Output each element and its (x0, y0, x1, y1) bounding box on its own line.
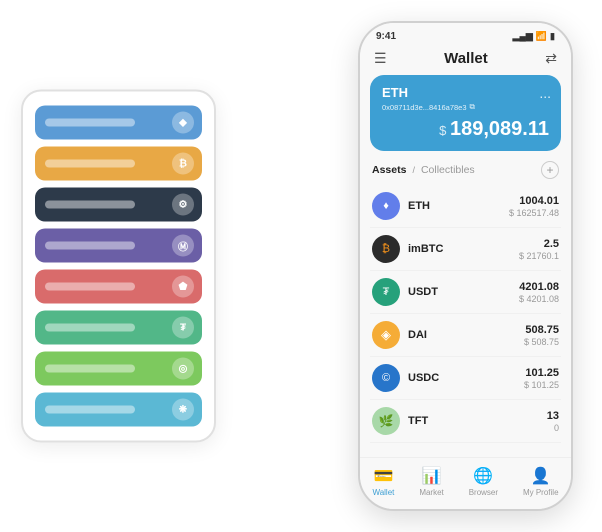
nav-market-label: Market (419, 488, 443, 497)
asset-amount: 2.5 (519, 238, 559, 250)
list-item[interactable]: ₮ (35, 311, 202, 345)
list-item[interactable]: ₿ (35, 147, 202, 181)
list-item[interactable]: Ⓜ (35, 229, 202, 263)
asset-amount: 13 (547, 410, 559, 422)
asset-symbol: DAI (408, 329, 524, 341)
card-label (45, 283, 135, 291)
wifi-icon: 📶 (536, 31, 547, 42)
card-icon: Ⓜ (172, 235, 194, 257)
usdc-icon: © (372, 364, 400, 392)
status-icons: ▂▄▆ 📶 ▮ (513, 31, 555, 42)
asset-usd: $ 101.25 (524, 380, 559, 390)
asset-symbol: TFT (408, 415, 547, 427)
eth-address: 0x08711d3e...8416a78e3 ⧉ (382, 102, 549, 112)
list-item[interactable]: ◎ (35, 352, 202, 386)
copy-icon[interactable]: ⧉ (470, 102, 475, 112)
asset-amounts: 508.75 $ 508.75 (524, 324, 559, 347)
card-stack: ◆ ₿ ⚙ Ⓜ ⬟ ₮ ◎ ❋ (21, 90, 216, 443)
asset-usd: 0 (547, 423, 559, 433)
card-icon: ₿ (172, 153, 194, 175)
card-icon: ⚙ (172, 194, 194, 216)
assets-tabs: Assets / Collectibles (372, 164, 475, 176)
nav-wallet-label: Wallet (372, 488, 394, 497)
eth-card-title: ETH (382, 85, 549, 100)
card-label (45, 201, 135, 209)
scene: ◆ ₿ ⚙ Ⓜ ⬟ ₮ ◎ ❋ (11, 11, 591, 521)
card-icon: ₮ (172, 317, 194, 339)
nav-profile[interactable]: 👤 My Profile (523, 466, 559, 497)
signal-icon: ▂▄▆ (513, 31, 533, 42)
eth-icon: ♦ (372, 192, 400, 220)
imbtc-icon: ₿ (372, 235, 400, 263)
asset-symbol: ETH (408, 200, 509, 212)
tab-collectibles[interactable]: Collectibles (421, 164, 475, 176)
card-icon: ❋ (172, 399, 194, 421)
page-title: Wallet (444, 50, 488, 67)
asset-amounts: 13 0 (547, 410, 559, 433)
card-label (45, 365, 135, 373)
card-label (45, 324, 135, 332)
eth-more-icon[interactable]: ... (539, 85, 551, 101)
asset-list: ♦ ETH 1004.01 $ 162517.48 ₿ imBTC 2.5 $ … (360, 185, 571, 457)
asset-usd: $ 162517.48 (509, 208, 559, 218)
card-icon: ◆ (172, 112, 194, 134)
card-label (45, 242, 135, 250)
asset-amounts: 4201.08 $ 4201.08 (519, 281, 559, 304)
status-bar: 9:41 ▂▄▆ 📶 ▮ (360, 23, 571, 46)
asset-amount: 4201.08 (519, 281, 559, 293)
battery-icon: ▮ (550, 31, 555, 42)
scan-icon[interactable]: ⇄ (545, 50, 557, 67)
menu-icon[interactable]: ☰ (374, 50, 387, 67)
asset-amount: 101.25 (524, 367, 559, 379)
asset-usd: $ 4201.08 (519, 294, 559, 304)
table-row[interactable]: ₿ imBTC 2.5 $ 21760.1 (370, 228, 561, 271)
nav-wallet[interactable]: 💳 Wallet (372, 466, 394, 497)
asset-symbol: imBTC (408, 243, 519, 255)
bottom-nav: 💳 Wallet 📊 Market 🌐 Browser 👤 My Profile (360, 457, 571, 509)
dai-icon: ◈ (372, 321, 400, 349)
nav-profile-label: My Profile (523, 488, 559, 497)
wallet-nav-icon: 💳 (373, 466, 393, 486)
nav-market[interactable]: 📊 Market (419, 466, 443, 497)
asset-symbol: USDT (408, 286, 519, 298)
list-item[interactable]: ❋ (35, 393, 202, 427)
asset-amounts: 101.25 $ 101.25 (524, 367, 559, 390)
list-item[interactable]: ⚙ (35, 188, 202, 222)
eth-card[interactable]: ETH 0x08711d3e...8416a78e3 ⧉ $ 189,089.1… (370, 75, 561, 151)
table-row[interactable]: ₮ USDT 4201.08 $ 4201.08 (370, 271, 561, 314)
card-label (45, 160, 135, 168)
card-icon: ⬟ (172, 276, 194, 298)
card-label (45, 119, 135, 127)
table-row[interactable]: ◈ DAI 508.75 $ 508.75 (370, 314, 561, 357)
asset-usd: $ 21760.1 (519, 251, 559, 261)
assets-header: Assets / Collectibles + (360, 161, 571, 185)
asset-amount: 508.75 (524, 324, 559, 336)
phone-header: ☰ Wallet ⇄ (360, 46, 571, 75)
asset-usd: $ 508.75 (524, 337, 559, 347)
table-row[interactable]: © USDC 101.25 $ 101.25 (370, 357, 561, 400)
nav-browser-label: Browser (469, 488, 498, 497)
add-asset-button[interactable]: + (541, 161, 559, 179)
card-icon: ◎ (172, 358, 194, 380)
nav-browser[interactable]: 🌐 Browser (469, 466, 498, 497)
list-item[interactable]: ◆ (35, 106, 202, 140)
market-nav-icon: 📊 (422, 466, 442, 486)
tab-separator: / (412, 165, 415, 175)
usdt-icon: ₮ (372, 278, 400, 306)
browser-nav-icon: 🌐 (473, 466, 493, 486)
asset-amounts: 1004.01 $ 162517.48 (509, 195, 559, 218)
asset-amount: 1004.01 (509, 195, 559, 207)
profile-nav-icon: 👤 (531, 466, 551, 486)
asset-symbol: USDC (408, 372, 524, 384)
table-row[interactable]: ♦ ETH 1004.01 $ 162517.48 (370, 185, 561, 228)
table-row[interactable]: 🌿 TFT 13 0 (370, 400, 561, 443)
asset-amounts: 2.5 $ 21760.1 (519, 238, 559, 261)
eth-balance: $ 189,089.11 (382, 118, 549, 141)
tft-icon: 🌿 (372, 407, 400, 435)
status-time: 9:41 (376, 31, 396, 42)
list-item[interactable]: ⬟ (35, 270, 202, 304)
tab-assets[interactable]: Assets (372, 164, 406, 176)
card-label (45, 406, 135, 414)
phone-mockup: 9:41 ▂▄▆ 📶 ▮ ☰ Wallet ⇄ ETH 0x08711d3e..… (358, 21, 573, 511)
